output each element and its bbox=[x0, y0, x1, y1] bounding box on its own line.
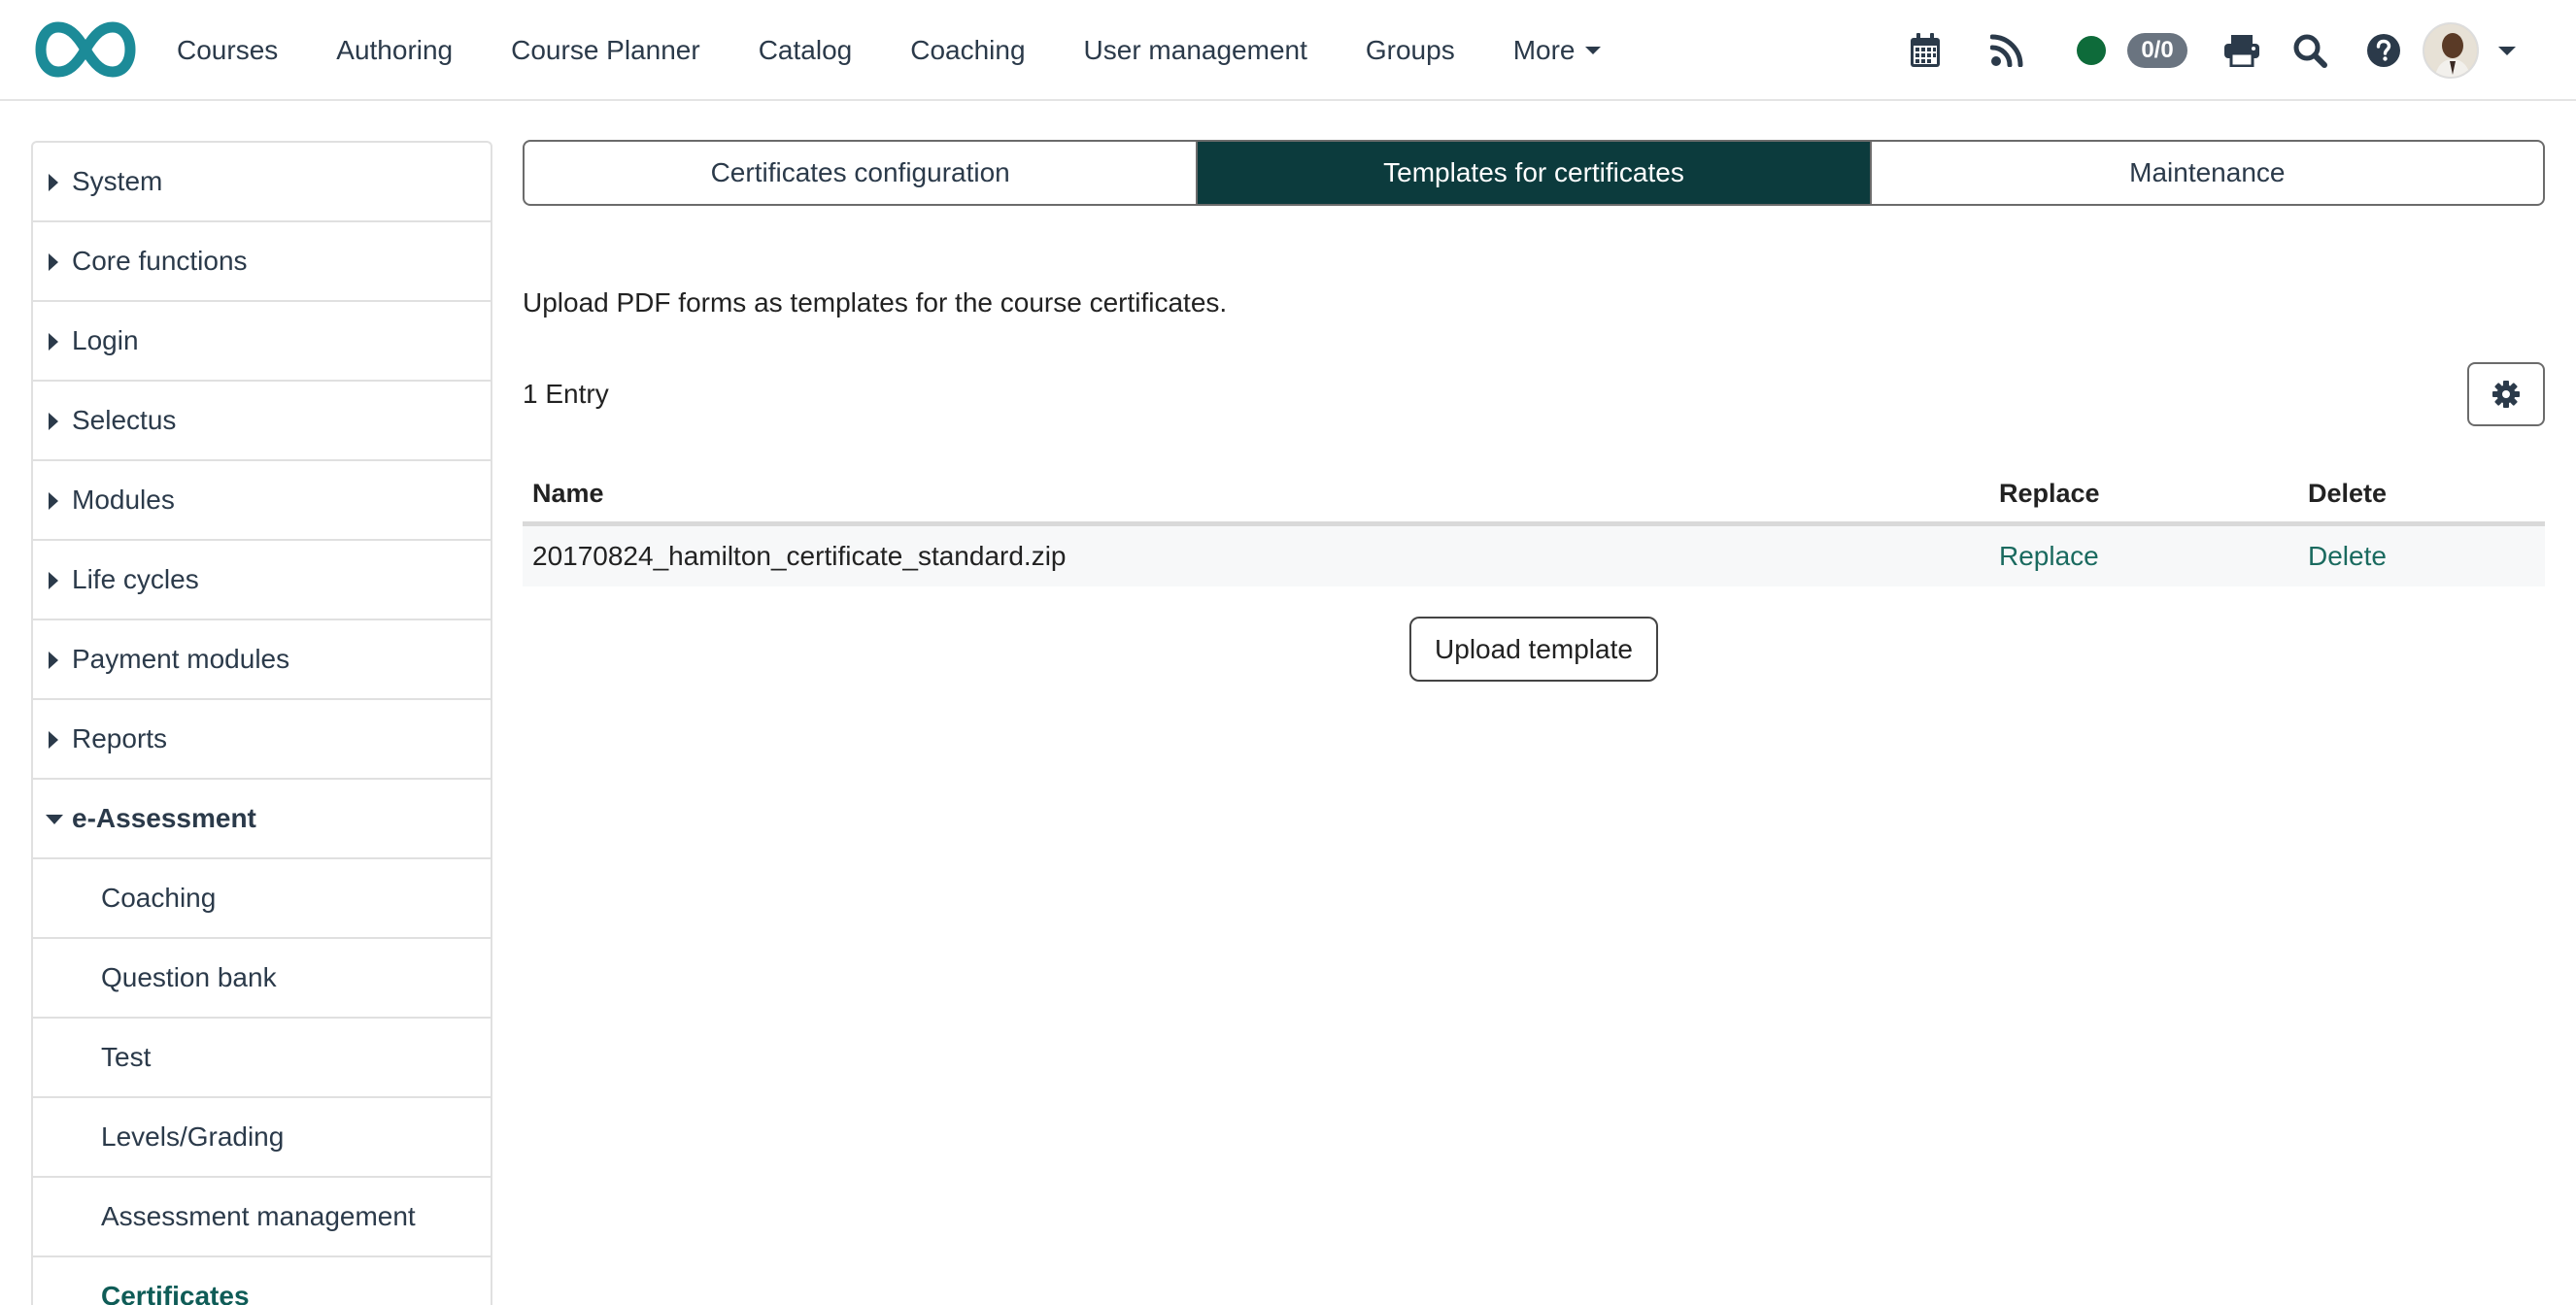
sidebar-item-login[interactable]: Login bbox=[33, 302, 491, 382]
rss-feed-icon[interactable] bbox=[1989, 29, 2024, 72]
sidebar-item-life-cycles[interactable]: Life cycles bbox=[33, 541, 491, 620]
caret-right-icon bbox=[49, 413, 58, 430]
help-icon[interactable] bbox=[2364, 29, 2403, 72]
user-menu-caret-icon[interactable] bbox=[2498, 47, 2516, 55]
sidebar-item-label: Modules bbox=[72, 485, 175, 515]
nav-courses[interactable]: Courses bbox=[177, 35, 278, 66]
calendar-icon[interactable] bbox=[1908, 29, 1943, 72]
caret-right-icon bbox=[49, 174, 58, 191]
sidebar-subitem-levels-grading[interactable]: Levels/Grading bbox=[33, 1098, 491, 1178]
sidebar-item-system[interactable]: System bbox=[33, 143, 491, 222]
sidebar-item-label: Payment modules bbox=[72, 644, 290, 674]
gear-icon bbox=[2492, 381, 2520, 408]
sidebar-item-label: Question bank bbox=[101, 962, 277, 992]
user-photo-icon bbox=[2424, 24, 2477, 77]
caret-right-icon bbox=[49, 572, 58, 589]
print-icon[interactable] bbox=[2222, 29, 2261, 72]
certificate-tabs: Certificates configuration Templates for… bbox=[523, 140, 2545, 206]
sidebar-item-label: Core functions bbox=[72, 246, 248, 276]
sidebar-subitem-question-bank[interactable]: Question bank bbox=[33, 939, 491, 1019]
sidebar-item-label: System bbox=[72, 166, 163, 196]
table-settings-button[interactable] bbox=[2467, 362, 2545, 426]
nav-more-label: More bbox=[1512, 35, 1576, 65]
column-header-name: Name bbox=[532, 479, 604, 508]
sidebar-item-label: Assessment management bbox=[101, 1201, 416, 1231]
nav-coaching[interactable]: Coaching bbox=[910, 35, 1025, 66]
nav-user-management[interactable]: User management bbox=[1084, 35, 1307, 66]
column-header-delete: Delete bbox=[2308, 479, 2388, 508]
upload-template-button[interactable]: Upload template bbox=[1409, 617, 1658, 682]
page-description: Upload PDF forms as templates for the co… bbox=[523, 287, 1228, 318]
sidebar-subitem-assessment-management[interactable]: Assessment management bbox=[33, 1178, 491, 1257]
sidebar-item-label: e-Assessment bbox=[72, 803, 256, 833]
entry-count: 1 Entry bbox=[523, 379, 609, 409]
caret-down-icon bbox=[1584, 47, 1601, 54]
caret-right-icon bbox=[49, 333, 58, 351]
caret-right-icon bbox=[49, 253, 58, 271]
nav-course-planner[interactable]: Course Planner bbox=[511, 35, 700, 66]
sidebar-item-label: Reports bbox=[72, 723, 168, 753]
table-row: 20170824_hamilton_certificate_standard.z… bbox=[523, 526, 2545, 586]
sidebar-item-label: Coaching bbox=[101, 883, 217, 913]
template-file-name: 20170824_hamilton_certificate_standard.z… bbox=[532, 541, 1067, 571]
nav-catalog[interactable]: Catalog bbox=[759, 35, 853, 66]
sidebar-item-modules[interactable]: Modules bbox=[33, 461, 491, 541]
delete-link[interactable]: Delete bbox=[2308, 541, 2387, 571]
nav-groups[interactable]: Groups bbox=[1366, 35, 1455, 66]
infinity-logo-icon[interactable] bbox=[33, 17, 138, 82]
main-nav: Courses Authoring Course Planner Catalog… bbox=[177, 0, 1659, 101]
sidebar-item-label: Levels/Grading bbox=[101, 1121, 285, 1152]
sidebar-item-selectus[interactable]: Selectus bbox=[33, 382, 491, 461]
templates-table: Name Replace Delete 20170824_hamilton_ce… bbox=[523, 466, 2545, 586]
sidebar-subitem-test[interactable]: Test bbox=[33, 1019, 491, 1098]
caret-right-icon bbox=[49, 492, 58, 510]
nav-more[interactable]: More bbox=[1513, 35, 1601, 66]
top-navbar: Courses Authoring Course Planner Catalog… bbox=[0, 0, 2576, 101]
sidebar-item-e-assessment[interactable]: e-Assessment bbox=[33, 780, 491, 859]
sidebar-item-payment-modules[interactable]: Payment modules bbox=[33, 620, 491, 700]
tab-templates-for-certificates[interactable]: Templates for certificates bbox=[1198, 142, 1872, 204]
user-avatar[interactable] bbox=[2423, 22, 2479, 79]
replace-link[interactable]: Replace bbox=[1999, 541, 2099, 571]
sidebar-item-label: Certificates bbox=[101, 1281, 250, 1305]
table-header-row: Name Replace Delete bbox=[523, 466, 2545, 526]
sidebar-item-core-functions[interactable]: Core functions bbox=[33, 222, 491, 302]
sidebar-item-label: Life cycles bbox=[72, 564, 199, 594]
notification-count-badge[interactable]: 0/0 bbox=[2127, 33, 2187, 68]
sidebar-item-label: Login bbox=[72, 325, 139, 355]
tab-certificates-configuration[interactable]: Certificates configuration bbox=[525, 142, 1199, 204]
online-status-icon[interactable] bbox=[2077, 36, 2106, 65]
admin-sidebar: System Core functions Login Selectus Mod… bbox=[31, 141, 492, 1305]
sidebar-subitem-coaching[interactable]: Coaching bbox=[33, 859, 491, 939]
sidebar-item-label: Selectus bbox=[72, 405, 177, 435]
sidebar-item-reports[interactable]: Reports bbox=[33, 700, 491, 780]
sidebar-subitem-certificates[interactable]: Certificates bbox=[33, 1257, 491, 1305]
caret-right-icon bbox=[49, 731, 58, 749]
caret-right-icon bbox=[49, 652, 58, 669]
column-header-replace: Replace bbox=[1999, 479, 2100, 508]
tab-maintenance[interactable]: Maintenance bbox=[1872, 142, 2543, 204]
caret-down-icon bbox=[46, 815, 63, 824]
sidebar-item-label: Test bbox=[101, 1042, 152, 1072]
search-icon[interactable] bbox=[2290, 29, 2329, 72]
nav-authoring[interactable]: Authoring bbox=[336, 35, 453, 66]
